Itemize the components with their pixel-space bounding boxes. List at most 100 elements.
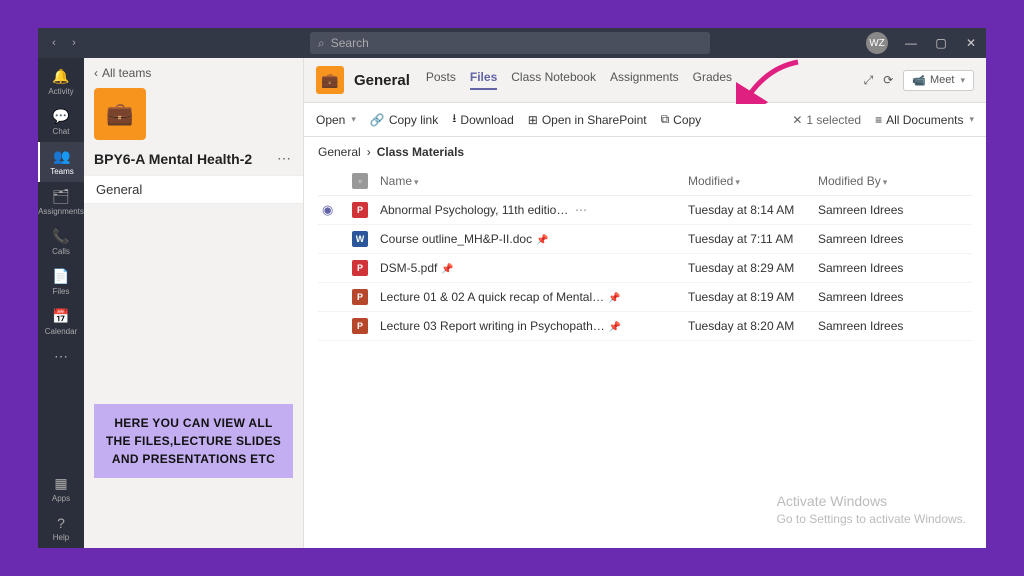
rail-icon: ? bbox=[38, 515, 84, 531]
pin-icon: 📌 bbox=[441, 264, 453, 275]
rail-icon: 🔔 bbox=[38, 68, 84, 85]
file-name: Lecture 01 & 02 A quick recap of Mental…… bbox=[380, 290, 688, 304]
column-name[interactable]: Name▾ bbox=[380, 174, 688, 188]
open-button[interactable]: Open▾ bbox=[316, 113, 356, 127]
rail-activity[interactable]: 🔔Activity bbox=[38, 62, 84, 102]
file-modified-by: Samreen Idrees bbox=[818, 203, 968, 217]
column-modified[interactable]: Modified▾ bbox=[688, 174, 818, 188]
rail-more[interactable]: ⋯ bbox=[38, 342, 84, 373]
chevron-right-icon: › bbox=[367, 145, 371, 159]
nav-back-icon[interactable]: ‹ bbox=[46, 28, 62, 58]
file-name: Lecture 03 Report writing in Psychopath…… bbox=[380, 319, 688, 333]
channel-header: 💼 General Posts Files Class Notebook Assign… bbox=[304, 58, 986, 103]
rail-icon: 📄 bbox=[38, 268, 84, 285]
minimize-icon[interactable]: ― bbox=[896, 28, 926, 58]
left-panel: ‹ All teams 💼 BPY6-A Mental Health-2 ⋯ G… bbox=[84, 58, 304, 548]
copy-link-button[interactable]: 🔗Copy link bbox=[370, 113, 438, 127]
row-more-icon[interactable]: ⋯ bbox=[575, 203, 587, 217]
rail-files[interactable]: 📄Files bbox=[38, 262, 84, 302]
ppt-icon: P bbox=[352, 318, 368, 334]
rail-icon: ⋯ bbox=[38, 348, 84, 365]
channel-icon: 💼 bbox=[316, 66, 344, 94]
annotation-callout: HERE YOU CAN VIEW ALL THE FILES,LECTURE … bbox=[94, 404, 293, 478]
pin-icon: 📌 bbox=[536, 235, 548, 246]
file-row[interactable]: ◉P Abnormal Psychology, 11th editio… ⋯Tue… bbox=[318, 196, 972, 225]
windows-watermark: Activate Windows Go to Settings to activ… bbox=[777, 492, 966, 528]
column-modified-by[interactable]: Modified By▾ bbox=[818, 174, 968, 188]
file-row[interactable]: WCourse outline_MH&P-II.doc📌Tuesday at 7… bbox=[318, 225, 972, 254]
file-name: Abnormal Psychology, 11th editio… ⋯ bbox=[380, 203, 688, 217]
pin-icon: 📌 bbox=[609, 322, 621, 333]
expand-icon[interactable]: ⤢ bbox=[864, 73, 874, 88]
rail-help[interactable]: ?Help bbox=[38, 509, 84, 548]
file-row[interactable]: PDSM-5.pdf📌Tuesday at 8:29 AMSamreen Idr… bbox=[318, 254, 972, 283]
row-check-icon[interactable]: ◉ bbox=[322, 202, 352, 218]
refresh-icon[interactable]: ⟳ bbox=[883, 73, 893, 87]
search-placeholder: Search bbox=[331, 36, 369, 50]
file-row[interactable]: P Lecture 03 Report writing in Psychopath… bbox=[318, 312, 972, 341]
rail-icon: 💬 bbox=[38, 108, 84, 125]
all-teams-label: All teams bbox=[102, 66, 151, 80]
tab-files[interactable]: Files bbox=[470, 70, 497, 90]
file-name: DSM-5.pdf📌 bbox=[380, 261, 688, 275]
file-modified-by: Samreen Idrees bbox=[818, 261, 968, 275]
list-icon: ≡ bbox=[875, 113, 882, 127]
chevron-down-icon: ▾ bbox=[960, 75, 965, 86]
camera-icon: 📹 bbox=[912, 74, 926, 87]
rail-apps[interactable]: ▦Apps bbox=[38, 469, 84, 509]
breadcrumb-current: Class Materials bbox=[377, 145, 464, 159]
ppt-icon: P bbox=[352, 289, 368, 305]
tab-assignments[interactable]: Assignments bbox=[610, 70, 679, 90]
search-input[interactable]: ⌕ Search bbox=[310, 32, 710, 54]
rail-calendar[interactable]: 📅Calendar bbox=[38, 302, 84, 342]
action-bar: Open▾ 🔗Copy link ⭳Download ⊞Open in Shar… bbox=[304, 103, 986, 137]
rail-chat[interactable]: 💬Chat bbox=[38, 102, 84, 142]
tab-posts[interactable]: Posts bbox=[426, 70, 456, 90]
doc-icon: W bbox=[352, 231, 368, 247]
maximize-icon[interactable]: ▢ bbox=[926, 28, 956, 58]
file-modified-by: Samreen Idrees bbox=[818, 232, 968, 246]
breadcrumb-root[interactable]: General bbox=[318, 145, 361, 159]
app-window: ‹ › ⌕ Search WZ ― ▢ ✕ 🔔Activity💬Chat👥Tea… bbox=[38, 28, 986, 548]
channel-general[interactable]: General bbox=[84, 175, 303, 204]
pdf-icon: P bbox=[352, 260, 368, 276]
app-rail: 🔔Activity💬Chat👥Teams🗂Assignments📞Calls📄F… bbox=[38, 58, 84, 548]
main-area: 💼 General Posts Files Class Notebook Assign… bbox=[304, 58, 986, 548]
pdf-icon: P bbox=[352, 202, 368, 218]
link-icon: 🔗 bbox=[370, 113, 385, 127]
tab-class-notebook[interactable]: Class Notebook bbox=[511, 70, 596, 90]
meet-label: Meet bbox=[930, 74, 954, 86]
file-modified-by: Samreen Idrees bbox=[818, 290, 968, 304]
rail-icon: ▦ bbox=[38, 475, 84, 492]
channel-title: General bbox=[354, 72, 410, 89]
pin-icon: 📌 bbox=[608, 293, 620, 304]
download-button[interactable]: ⭳Download bbox=[452, 109, 514, 130]
rail-icon: 🗂 bbox=[38, 188, 84, 205]
team-name: BPY6-A Mental Health-2 bbox=[94, 151, 273, 167]
open-sharepoint-button[interactable]: ⊞Open in SharePoint bbox=[528, 113, 647, 127]
search-icon: ⌕ bbox=[318, 36, 325, 51]
rail-icon: 📅 bbox=[38, 308, 84, 325]
tab-grades[interactable]: Grades bbox=[693, 70, 732, 90]
selection-count[interactable]: ✕1 selected bbox=[792, 113, 861, 127]
chevron-left-icon: ‹ bbox=[94, 66, 98, 80]
copy-button[interactable]: ⧉Copy bbox=[661, 112, 702, 127]
file-modified-by: Samreen Idrees bbox=[818, 319, 968, 333]
avatar[interactable]: WZ bbox=[866, 32, 888, 54]
team-more-icon[interactable]: ⋯ bbox=[273, 150, 295, 167]
meet-button[interactable]: 📹 Meet ▾ bbox=[903, 70, 974, 91]
file-modified: Tuesday at 8:14 AM bbox=[688, 203, 818, 217]
rail-teams[interactable]: 👥Teams bbox=[38, 142, 84, 182]
file-type-icon[interactable]: ▫ bbox=[352, 173, 380, 189]
back-to-all-teams[interactable]: ‹ All teams bbox=[84, 58, 303, 88]
rail-icon: 📞 bbox=[38, 228, 84, 245]
rail-assignments[interactable]: 🗂Assignments bbox=[38, 182, 84, 222]
file-row[interactable]: P Lecture 01 & 02 A quick recap of Mental… bbox=[318, 283, 972, 312]
download-icon: ⭳ bbox=[452, 109, 456, 130]
rail-calls[interactable]: 📞Calls bbox=[38, 222, 84, 262]
close-icon[interactable]: ✕ bbox=[956, 28, 986, 58]
nav-forward-icon[interactable]: › bbox=[66, 28, 82, 58]
sharepoint-icon: ⊞ bbox=[528, 113, 538, 127]
clear-selection-icon[interactable]: ✕ bbox=[792, 113, 802, 127]
view-selector[interactable]: ≡All Documents▾ bbox=[875, 113, 974, 127]
